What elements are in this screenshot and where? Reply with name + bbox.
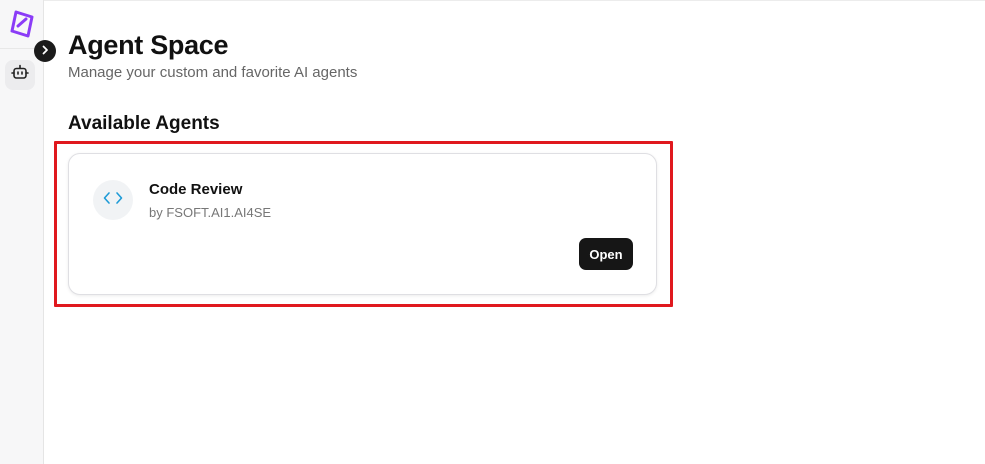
agent-card[interactable]: Code Review by FSOFT.AI1.AI4SE Open (68, 153, 657, 295)
app: Agent Space Manage your custom and favor… (0, 0, 985, 464)
open-agent-button[interactable]: Open (579, 238, 633, 270)
sidebar (0, 0, 44, 464)
top-divider (44, 0, 985, 1)
agent-author: by FSOFT.AI1.AI4SE (149, 205, 272, 220)
page-title: Agent Space (68, 30, 229, 60)
agent-avatar (93, 180, 133, 220)
code-icon (103, 191, 123, 210)
sidebar-toggle-button[interactable] (34, 40, 56, 62)
sidebar-item-agents[interactable] (5, 60, 35, 90)
page-header: Agent Space Manage your custom and favor… (68, 28, 357, 83)
agent-name: Code Review (149, 181, 243, 198)
page-subtitle: Manage your custom and favorite AI agent… (68, 64, 358, 81)
section-title: Available Agents (68, 113, 220, 134)
chevron-right-icon (40, 42, 50, 60)
robot-icon (11, 64, 29, 87)
brand-logo-icon[interactable] (7, 9, 37, 39)
